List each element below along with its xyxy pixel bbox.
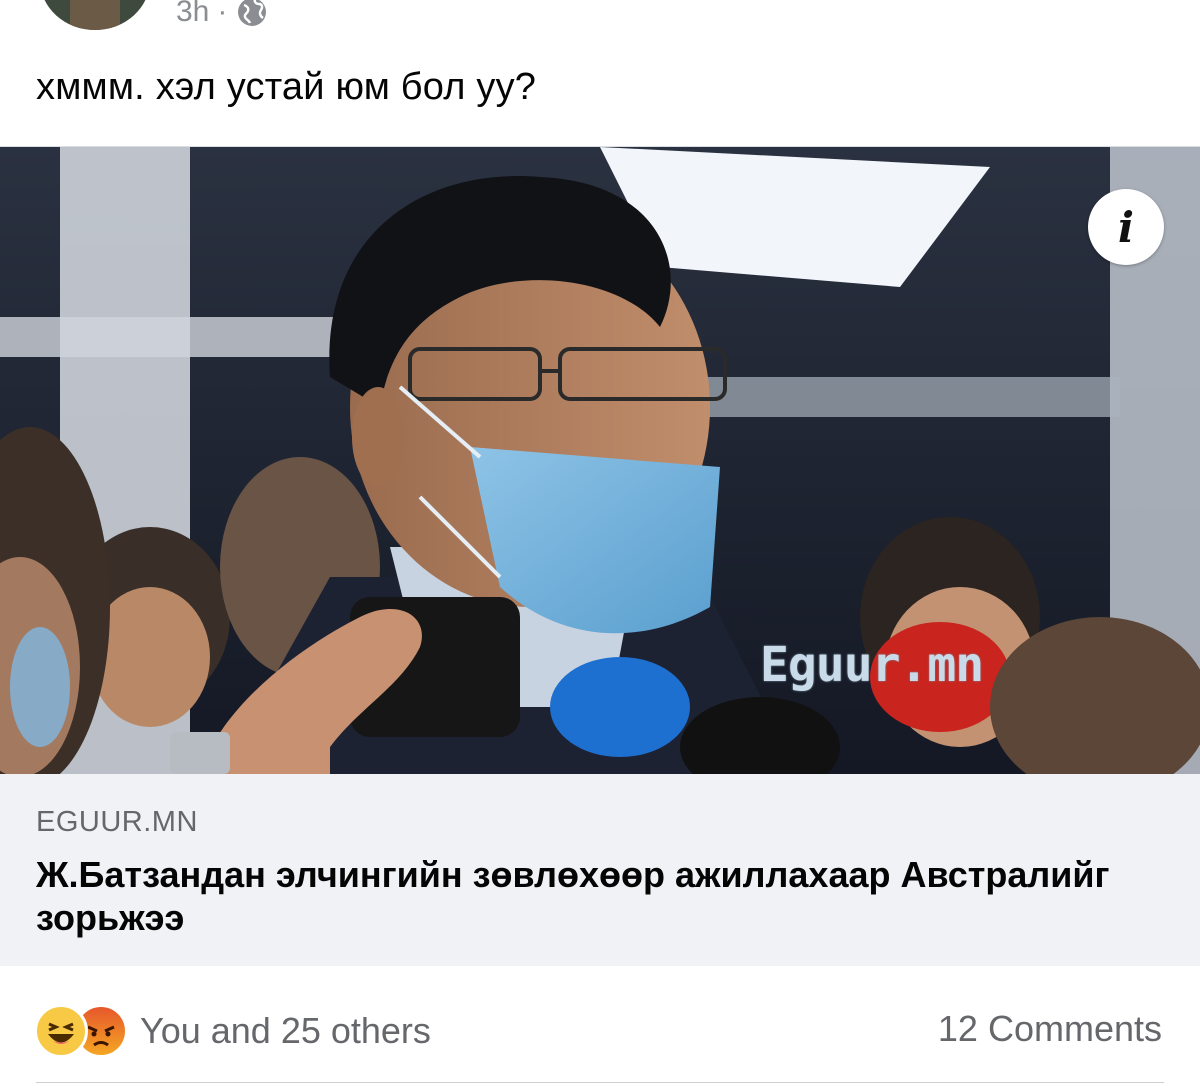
haha-reaction-icon: [34, 1004, 88, 1058]
post-header: 3h ·: [0, 0, 1200, 40]
post-timestamp[interactable]: 3h: [176, 0, 209, 29]
reactions-summary[interactable]: You and 25 others: [34, 1004, 431, 1058]
author-avatar[interactable]: [40, 0, 150, 30]
link-headline[interactable]: Ж.Батзандан элчингийн зөвлөхөөр ажиллаха…: [36, 853, 1136, 939]
post-text: хммм. хэл устай юм бол уу?: [36, 66, 537, 108]
divider: [36, 1082, 1164, 1083]
globe-icon[interactable]: [235, 0, 269, 29]
link-preview-image[interactable]: i Eguur.mn: [0, 147, 1200, 774]
link-domain: EGUUR.MN: [36, 806, 198, 838]
link-preview-info[interactable]: EGUUR.MN Ж.Батзандан элчингийн зөвлөхөөр…: [0, 774, 1200, 966]
comments-count[interactable]: 12 Comments: [938, 1008, 1162, 1050]
image-watermark: Eguur.mn: [760, 637, 984, 693]
info-glyph: i: [1118, 202, 1134, 252]
info-icon[interactable]: i: [1088, 189, 1164, 265]
post-meta: 3h ·: [176, 0, 269, 32]
reactions-count-text[interactable]: You and 25 others: [140, 1010, 431, 1052]
meta-separator: ·: [217, 0, 228, 28]
link-preview-card[interactable]: i Eguur.mn EGUUR.MN Ж.Батзандан элчингий…: [0, 146, 1200, 966]
engagement-bar: You and 25 others 12 Comments: [0, 986, 1200, 1066]
